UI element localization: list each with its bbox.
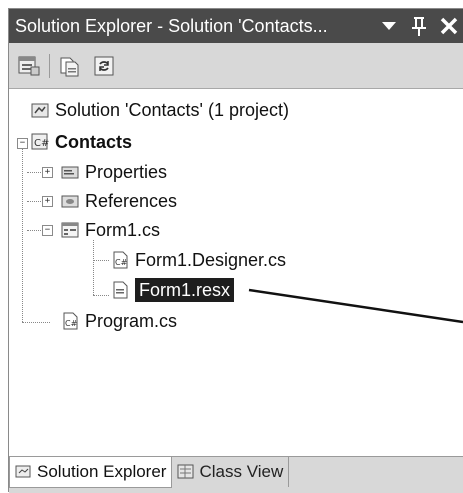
tree-connector (93, 295, 109, 296)
tree-node-label: Properties (85, 161, 168, 182)
tree-node-solution[interactable]: Solution 'Contacts' (1 project) (31, 96, 289, 124)
tree-node-label: Program.cs (85, 310, 178, 331)
tree-connector (22, 144, 23, 322)
refresh-icon[interactable] (90, 52, 118, 80)
cs-file-icon: C# (111, 251, 129, 269)
chevron-down-icon[interactable] (374, 9, 404, 43)
resx-file-icon (111, 281, 129, 299)
tree-node-label: Contacts (55, 131, 133, 152)
tree-node-program[interactable]: C# Program.cs (61, 307, 177, 335)
form-icon (61, 221, 79, 239)
tree-node-properties[interactable]: Properties (61, 158, 167, 186)
show-all-files-icon[interactable] (56, 52, 84, 80)
toolbar (9, 43, 463, 89)
tree-node-label-selected: Form1.resx (135, 278, 235, 302)
tree-node-form1-resx[interactable]: Form1.resx (111, 276, 235, 304)
tree-node-label: Form1.Designer.cs (135, 249, 287, 270)
tree-node-label: References (85, 190, 178, 211)
cs-file-icon: C# (61, 312, 79, 330)
tree-node-form1-designer[interactable]: C# Form1.Designer.cs (111, 246, 286, 274)
class-view-icon (177, 464, 194, 479)
svg-text:C#: C# (34, 138, 49, 149)
tree-node-project[interactable]: C# Contacts (31, 128, 132, 156)
solution-icon (31, 101, 49, 119)
svg-text:C#: C# (65, 319, 78, 328)
tree-connector (93, 260, 109, 261)
bottom-tab-strip: Solution Explorer Class View (9, 456, 463, 493)
tab-label: Solution Explorer (37, 462, 167, 481)
solution-explorer-window: Solution Explorer - Solution 'Contacts..… (8, 8, 463, 493)
expand-toggle-references[interactable]: + (42, 196, 53, 207)
tab-solution-explorer[interactable]: Solution Explorer (9, 457, 173, 488)
tree-connector (93, 240, 94, 295)
expand-toggle-properties[interactable]: + (42, 167, 53, 178)
tab-class-view[interactable]: Class View (172, 457, 290, 487)
title-bar[interactable]: Solution Explorer - Solution 'Contacts..… (9, 9, 463, 43)
references-icon (61, 192, 79, 210)
tree-node-references[interactable]: References (61, 187, 177, 215)
toolbar-separator (49, 53, 50, 78)
tree-node-label: Solution 'Contacts' (1 project) (55, 99, 289, 120)
tree-node-form1[interactable]: Form1.cs (61, 216, 160, 244)
tab-label: Class View (199, 462, 284, 481)
pin-icon[interactable] (404, 9, 434, 43)
solution-explorer-icon (15, 465, 31, 478)
properties-folder-icon (61, 163, 79, 181)
csharp-project-icon: C# (31, 133, 49, 151)
window-title: Solution Explorer - Solution 'Contacts..… (15, 15, 328, 36)
close-icon[interactable] (434, 9, 463, 43)
collapse-toggle-contacts[interactable]: − (17, 138, 28, 149)
tree-node-label: Form1.cs (85, 219, 161, 240)
tree-connector (22, 322, 50, 323)
solution-tree: − + + − Solution 'Contacts' (1 project) … (9, 90, 463, 456)
svg-text:C#: C# (115, 258, 128, 267)
properties-icon[interactable] (15, 52, 43, 80)
collapse-toggle-form1[interactable]: − (42, 225, 53, 236)
